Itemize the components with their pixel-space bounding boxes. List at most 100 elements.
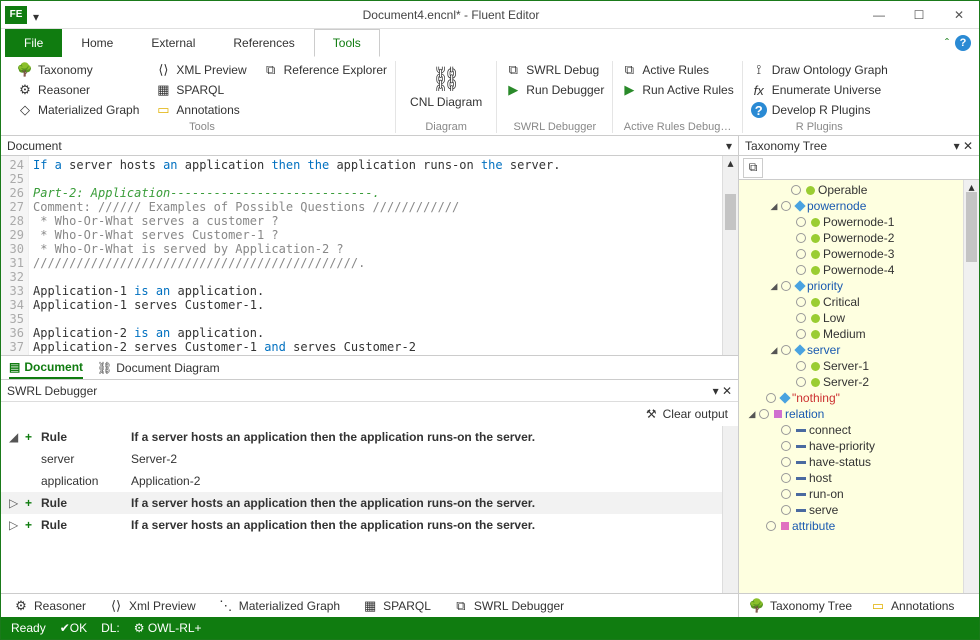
plus-icon: + — [25, 496, 41, 510]
app-icon: FE — [5, 6, 27, 24]
help-icon[interactable]: ? — [955, 35, 971, 51]
tab-btm-reasoner[interactable]: ⚙Reasoner — [11, 597, 88, 615]
btn-enumerate-universe[interactable]: fxEnumerate Universe — [749, 81, 890, 99]
tab-btm-swrl[interactable]: ⧉SWRL Debugger — [451, 597, 566, 615]
btn-run-debugger[interactable]: ▶Run Debugger — [503, 81, 606, 99]
btn-develop-r-plugins[interactable]: ?Develop R Plugins — [749, 101, 890, 119]
group-label-tools: Tools — [15, 121, 389, 133]
tree-scrollbar[interactable]: ▴ — [963, 180, 979, 593]
graph-icon: ⋱ — [218, 598, 234, 614]
tab-btm-mat[interactable]: ⋱Materialized Graph — [216, 597, 342, 615]
rule-detail: server Server-2 — [1, 448, 738, 470]
editor-scrollbar[interactable]: ▴ — [722, 156, 738, 355]
tab-tools[interactable]: Tools — [314, 29, 380, 57]
btn-reasoner[interactable]: ⚙Reasoner — [15, 81, 141, 99]
panel-dropdown-icon[interactable]: ▾ — [726, 139, 732, 153]
btn-sparql[interactable]: ▦SPARQL — [153, 81, 248, 99]
btn-xml-preview[interactable]: ⟨⟩XML Preview — [153, 61, 248, 79]
group-label-active: Active Rules Debug… — [619, 121, 735, 133]
status-ok: ✔OK — [60, 621, 87, 635]
maximize-button[interactable]: ☐ — [899, 1, 939, 29]
play-icon: ▶ — [621, 82, 637, 98]
ribbon: 🌳Taxonomy ⚙Reasoner ◇Materialized Graph … — [1, 57, 979, 136]
status-owl: ⚙ OWL-RL+ — [134, 621, 202, 635]
taxonomy-icon: 🌳 — [17, 62, 33, 78]
group-label-diagram: Diagram — [402, 121, 490, 133]
line-gutter: 24 25 26 27 28 29 30 31 32 33 34 35 36 3… — [1, 156, 29, 355]
swrl-icon: ⧉ — [453, 598, 469, 614]
expand-icon[interactable]: ▷ — [9, 496, 25, 510]
plus-icon: + — [25, 518, 41, 532]
annotations-icon: ▭ — [155, 102, 171, 118]
tab-document[interactable]: ▤Document — [9, 357, 83, 379]
btn-run-active-rules[interactable]: ▶Run Active Rules — [619, 81, 735, 99]
clear-icon: ⚒ — [646, 407, 657, 421]
pin-icon[interactable]: ▾ — [954, 139, 960, 153]
tab-btm-xml[interactable]: ⟨⟩Xml Preview — [106, 597, 198, 615]
group-label-rplugins: R Plugins — [749, 121, 890, 133]
active-rules-icon: ⧉ — [621, 62, 637, 78]
collapse-icon[interactable]: ◢ — [9, 430, 25, 444]
code-content[interactable]: If a server hosts an application then th… — [29, 156, 738, 355]
btn-materialized-graph[interactable]: ◇Materialized Graph — [15, 101, 141, 119]
taxonomy-header: Taxonomy Tree ▾ ✕ — [739, 136, 979, 156]
taxonomy-tree[interactable]: Operable ◢powernode Powernode-1 Powernod… — [739, 180, 979, 593]
btn-active-rules[interactable]: ⧉Active Rules — [619, 61, 735, 79]
tab-home[interactable]: Home — [62, 29, 132, 57]
swrl-header: SWRL Debugger ▾ ✕ — [1, 380, 738, 402]
sparql-icon: ▦ — [362, 598, 378, 614]
r-plugin-icon: ? — [751, 102, 767, 118]
fx-icon: fx — [751, 82, 767, 98]
menu-bar: File Home External References Tools ˆ ? — [1, 29, 979, 57]
tab-taxonomy-tree[interactable]: 🌳Taxonomy Tree — [747, 597, 854, 615]
btn-annotations[interactable]: ▭Annotations — [153, 101, 248, 119]
swrl-debug-icon: ⧉ — [505, 62, 521, 78]
tab-references[interactable]: References — [214, 29, 313, 57]
status-bar: Ready ✔OK DL: ⚙ OWL-RL+ — [1, 617, 979, 639]
rules-list: ◢ + Rule If a server hosts an applicatio… — [1, 426, 738, 593]
tab-file[interactable]: File — [5, 29, 62, 57]
code-editor[interactable]: 24 25 26 27 28 29 30 31 32 33 34 35 36 3… — [1, 156, 738, 356]
tree-tool-button[interactable]: ⧉ — [743, 158, 763, 178]
plus-icon: + — [25, 430, 41, 444]
btn-taxonomy[interactable]: 🌳Taxonomy — [15, 61, 141, 79]
btn-clear-output[interactable]: Clear output — [663, 407, 728, 421]
qat-dropdown-icon[interactable]: ▾ — [33, 10, 43, 20]
close-panel-icon[interactable]: ✕ — [722, 384, 732, 398]
status-ready: Ready — [11, 621, 46, 635]
btn-draw-ontology[interactable]: ⟟Draw Ontology Graph — [749, 61, 890, 79]
check-icon: ✔ — [60, 621, 70, 635]
reasoner-icon: ⚙ — [13, 598, 29, 614]
tab-document-diagram[interactable]: ⛓Document Diagram — [97, 358, 220, 378]
tree-icon: 🌳 — [749, 598, 765, 614]
rule-detail: application Application-2 — [1, 470, 738, 492]
pin-icon[interactable]: ▾ — [713, 384, 719, 398]
document-tabs: ▤Document ⛓Document Diagram — [1, 356, 738, 380]
expand-icon[interactable]: ▷ — [9, 518, 25, 532]
play-icon: ▶ — [505, 82, 521, 98]
window-title: Document4.encnl* - Fluent Editor — [43, 8, 859, 22]
btn-swrl-debug[interactable]: ⧉SWRL Debug — [503, 61, 606, 79]
reasoner-icon: ⚙ — [17, 82, 33, 98]
rule-row[interactable]: ◢ + Rule If a server hosts an applicatio… — [1, 426, 738, 448]
rules-scrollbar[interactable] — [722, 426, 738, 593]
diagram-icon: ⛓ — [430, 63, 462, 95]
rule-row[interactable]: ▷ + Rule If a server hosts an applicatio… — [1, 492, 738, 514]
tab-external[interactable]: External — [132, 29, 214, 57]
refexp-icon: ⧉ — [263, 62, 279, 78]
tab-btm-sparql[interactable]: ▦SPARQL — [360, 597, 433, 615]
taxonomy-tabs: 🌳Taxonomy Tree ▭Annotations — [739, 593, 979, 617]
graph-icon: ◇ — [17, 102, 33, 118]
close-panel-icon[interactable]: ✕ — [963, 139, 973, 153]
minimize-button[interactable]: — — [859, 1, 899, 29]
btn-cnl-diagram[interactable]: ⛓ CNL Diagram — [402, 61, 490, 111]
close-button[interactable]: ✕ — [939, 1, 979, 29]
document-header: Document ▾ — [1, 136, 738, 156]
collapse-ribbon-icon[interactable]: ˆ — [945, 36, 949, 50]
sparql-icon: ▦ — [155, 82, 171, 98]
status-dl: DL: — [101, 621, 120, 635]
btn-reference-explorer[interactable]: ⧉Reference Explorer — [261, 61, 389, 79]
tab-annotations[interactable]: ▭Annotations — [868, 597, 956, 615]
rule-row[interactable]: ▷ + Rule If a server hosts an applicatio… — [1, 514, 738, 536]
xml-icon: ⟨⟩ — [155, 62, 171, 78]
